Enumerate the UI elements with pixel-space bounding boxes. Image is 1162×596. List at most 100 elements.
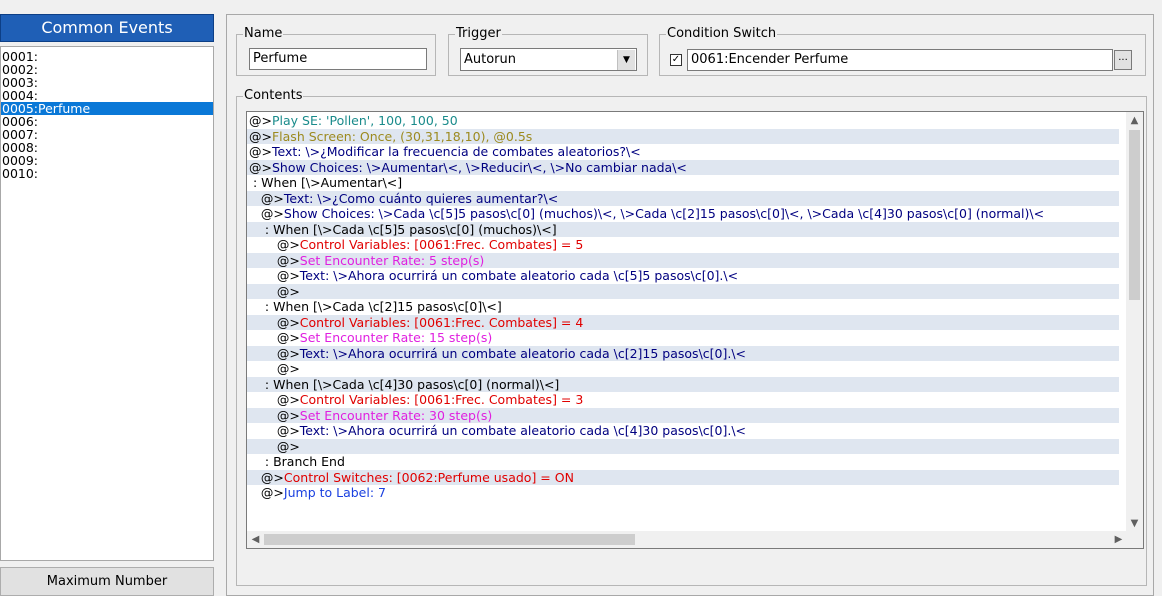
- command-text: When [\>Aumentar\<]: [261, 175, 403, 190]
- vertical-scrollbar[interactable]: ▲ ▼: [1126, 112, 1143, 532]
- command-line[interactable]: @>Set Encounter Rate: 5 step(s): [247, 252, 1119, 268]
- scroll-left-icon[interactable]: ◀: [247, 531, 264, 548]
- command-text: Control Variables: [0061:Frec. Combates]…: [299, 237, 584, 252]
- command-text: Text: \>Ahora ocurrirá un combate aleato…: [299, 345, 747, 361]
- command-prefix: @>: [249, 144, 272, 159]
- command-text: Play SE: 'Pollen', 100, 100, 50: [271, 113, 458, 128]
- command-lines: @>Play SE: 'Pollen', 100, 100, 50 @>Flash…: [247, 113, 1119, 501]
- command-text: Text: \>Ahora ocurrirá un combate aleato…: [299, 268, 739, 283]
- scroll-right-icon[interactable]: ▶: [1110, 531, 1127, 548]
- command-prefix: @>: [249, 485, 284, 500]
- command-line[interactable]: @>Text: \>Ahora ocurrirá un combate alea…: [247, 423, 1119, 439]
- command-prefix: @>: [249, 190, 284, 206]
- scrollbar-corner: [1126, 531, 1143, 548]
- condition-switch-group: Condition Switch ✓ 0061:Encender Perfume…: [659, 26, 1146, 76]
- command-line[interactable]: : When [\>Aumentar\<]: [247, 175, 1119, 191]
- command-text: Show Choices: \>Aumentar\<, \>Reducir\<,…: [271, 159, 687, 175]
- switch-select-button[interactable]: ...: [1114, 50, 1132, 70]
- event-editor-panel: Name Perfume Trigger Autorun ▼ Condition…: [226, 14, 1154, 596]
- command-prefix: @>: [249, 159, 272, 175]
- command-text: Set Encounter Rate: 15 step(s): [299, 330, 493, 345]
- command-line[interactable]: @>Text: \>¿Modificar la frecuencia de co…: [247, 144, 1119, 160]
- command-line[interactable]: @>Jump to Label: 7: [247, 485, 1119, 501]
- command-prefix: @>: [249, 345, 300, 361]
- common-events-panel: Common Events 0001: 0002: 0003: 0004: 0005:P…: [0, 0, 216, 596]
- command-line[interactable]: @>: [247, 283, 1119, 299]
- command-line[interactable]: : When [\>Cada \c[5]5 pasos\c[0] (muchos…: [247, 221, 1119, 237]
- common-events-header: Common Events: [0, 14, 214, 42]
- command-text: When [\>Cada \c[2]15 pasos\c[0]\<]: [273, 299, 502, 314]
- condition-switch-field: 0061:Encender Perfume: [687, 49, 1113, 71]
- command-line[interactable]: @>Text: \>Ahora ocurrirá un combate alea…: [247, 268, 1119, 284]
- command-text: Flash Screen: Once, (30,31,18,10), @0.5s: [271, 128, 533, 144]
- command-line[interactable]: @>Control Variables: [0061:Frec. Combate…: [247, 237, 1119, 253]
- command-text: Show Choices: \>Cada \c[5]5 pasos\c[0] (…: [283, 206, 1045, 221]
- command-prefix: @>: [249, 206, 284, 221]
- contents-label: Contents: [243, 88, 304, 104]
- scroll-down-icon[interactable]: ▼: [1126, 515, 1143, 532]
- command-line[interactable]: @>Show Choices: \>Aumentar\<, \>Reducir\…: [247, 159, 1119, 175]
- command-text: Branch End: [273, 454, 345, 469]
- command-line[interactable]: @>Control Switches: [0062:Perfume usado]…: [247, 469, 1119, 485]
- trigger-group: Trigger Autorun ▼: [448, 26, 648, 76]
- command-line[interactable]: @>Text: \>¿Como cuánto quieres aumentar?…: [247, 190, 1119, 206]
- name-field[interactable]: Perfume: [249, 48, 427, 70]
- command-prefix: :: [249, 454, 274, 469]
- command-text: Text: \>Ahora ocurrirá un combate aleato…: [299, 423, 747, 438]
- condition-switch-label: Condition Switch: [666, 26, 778, 42]
- command-line[interactable]: @>: [247, 361, 1119, 377]
- command-prefix: @>: [249, 314, 300, 330]
- common-event-item[interactable]: 0010:: [1, 167, 213, 180]
- command-prefix: :: [249, 299, 274, 314]
- command-text: Text: \>¿Modificar la frecuencia de comb…: [271, 144, 641, 159]
- command-text: Set Encounter Rate: 30 step(s): [299, 407, 493, 423]
- command-text: Text: \>¿Como cuánto quieres aumentar?\<: [283, 190, 559, 206]
- command-line[interactable]: @>Play SE: 'Pollen', 100, 100, 50: [247, 113, 1119, 129]
- command-prefix: :: [249, 175, 262, 190]
- trigger-value: Autorun: [464, 52, 517, 67]
- command-prefix: @>: [249, 438, 300, 454]
- maximum-number-button[interactable]: Maximum Number: [0, 567, 214, 596]
- vertical-scroll-thumb[interactable]: [1129, 130, 1140, 300]
- command-line[interactable]: : When [\>Cada \c[2]15 pasos\c[0]\<]: [247, 299, 1119, 315]
- command-text: Jump to Label: 7: [283, 485, 386, 500]
- name-group: Name Perfume: [236, 26, 436, 76]
- condition-switch-checkbox[interactable]: ✓: [670, 54, 682, 66]
- scroll-up-icon[interactable]: ▲: [1126, 112, 1143, 129]
- chevron-down-icon[interactable]: ▼: [617, 50, 635, 70]
- command-line[interactable]: @>Set Encounter Rate: 15 step(s): [247, 330, 1119, 346]
- command-line[interactable]: @>Text: \>Ahora ocurrirá un combate alea…: [247, 345, 1119, 361]
- command-text: Control Variables: [0061:Frec. Combates]…: [299, 392, 584, 407]
- command-prefix: @>: [249, 407, 300, 423]
- name-label: Name: [243, 26, 284, 42]
- command-prefix: @>: [249, 237, 300, 252]
- trigger-label: Trigger: [455, 26, 502, 42]
- command-line[interactable]: @>Show Choices: \>Cada \c[5]5 pasos\c[0]…: [247, 206, 1119, 222]
- horizontal-scroll-thumb[interactable]: [264, 534, 635, 545]
- command-prefix: @>: [249, 113, 272, 128]
- command-line[interactable]: @>Set Encounter Rate: 30 step(s): [247, 407, 1119, 423]
- command-line[interactable]: @>Control Variables: [0061:Frec. Combate…: [247, 392, 1119, 408]
- command-text: Control Switches: [0062:Perfume usado] =…: [283, 469, 574, 485]
- command-text: Set Encounter Rate: 5 step(s): [299, 252, 485, 268]
- command-line[interactable]: @>: [247, 438, 1119, 454]
- command-text: When [\>Cada \c[4]30 pasos\c[0] (normal)…: [273, 376, 560, 392]
- command-prefix: @>: [249, 423, 300, 438]
- command-line[interactable]: @>Control Variables: [0061:Frec. Combate…: [247, 314, 1119, 330]
- command-prefix: @>: [249, 392, 300, 407]
- command-prefix: @>: [249, 128, 272, 144]
- command-prefix: @>: [249, 469, 284, 485]
- command-line[interactable]: : When [\>Cada \c[4]30 pasos\c[0] (norma…: [247, 376, 1119, 392]
- command-prefix: @>: [249, 252, 300, 268]
- horizontal-scrollbar[interactable]: ◀ ▶: [247, 531, 1127, 548]
- trigger-select[interactable]: Autorun ▼: [460, 48, 637, 71]
- command-line[interactable]: : Branch End: [247, 454, 1119, 470]
- command-prefix: @>: [249, 330, 300, 345]
- command-prefix: @>: [249, 283, 300, 299]
- common-events-list[interactable]: 0001: 0002: 0003: 0004: 0005:Perfume 0006: 000…: [0, 46, 214, 561]
- command-prefix: :: [249, 376, 274, 392]
- command-prefix: @>: [249, 361, 300, 376]
- command-line[interactable]: @>Flash Screen: Once, (30,31,18,10), @0.…: [247, 128, 1119, 144]
- command-text: Control Variables: [0061:Frec. Combates]…: [299, 314, 584, 330]
- event-command-list[interactable]: @>Play SE: 'Pollen', 100, 100, 50 @>Flash…: [246, 111, 1144, 549]
